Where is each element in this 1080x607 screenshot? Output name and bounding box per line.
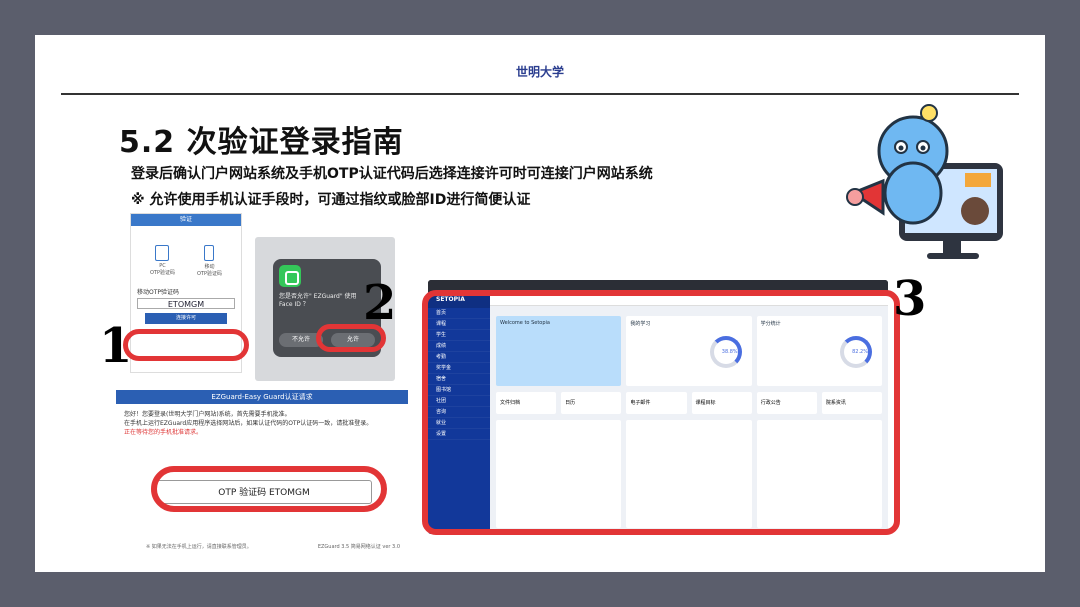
mascot-illustration <box>846 104 1003 259</box>
waiting-warning: 正在等待您的手机批准请求。 <box>124 429 203 436</box>
otp-code-field: ETOMGM <box>137 298 235 309</box>
step-number-3: 3 <box>893 271 927 327</box>
otp-panel-header: 验证 <box>131 214 241 226</box>
otp-section-label: 移动OTP验证码 <box>137 289 180 296</box>
highlight-ring-4 <box>422 290 900 535</box>
monitor-icon <box>155 245 170 261</box>
pc-otp-option[interactable]: PC OTP验证码 <box>150 245 175 277</box>
subtitle-2: ※ 允许使用手机认证手段时，可通过指纹或脸部ID进行简便认证 <box>131 192 531 208</box>
university-name: 世明大学 <box>515 65 564 79</box>
ezguard-header: EZGuard-Easy Guard认证请求 <box>116 390 408 404</box>
subtitle-1: 登录后确认门户网站系统及手机OTP认证代码后选择连接许可时可连接门户网站系统 <box>131 166 653 182</box>
mobile-otp-option[interactable]: 移动 OTP验证码 <box>197 245 222 277</box>
phone-icon <box>204 245 215 261</box>
header-divider <box>61 93 1019 95</box>
step-number-1: 1 <box>99 318 133 374</box>
approve-button[interactable]: 连接许可 <box>145 313 227 324</box>
highlight-ring-1 <box>123 329 249 361</box>
step-number-2: 2 <box>363 275 397 331</box>
page-title: 5.2 次验证登录指南 <box>119 125 404 160</box>
slide: 世明大学 5.2 次验证登录指南 登录后确认门户网站系统及手机OTP认证代码后选… <box>35 35 1045 572</box>
faceid-icon <box>279 265 301 287</box>
highlight-ring-3 <box>151 466 387 512</box>
